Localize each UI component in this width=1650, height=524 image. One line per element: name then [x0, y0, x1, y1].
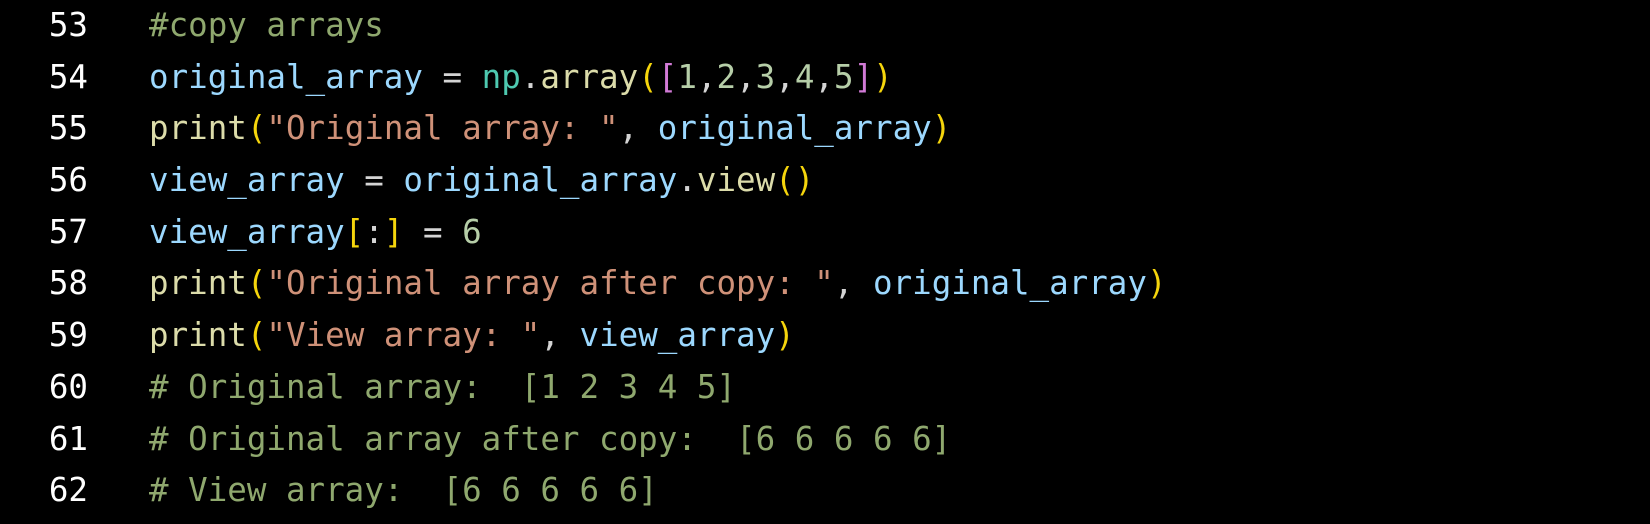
code-line[interactable]: 56 view_array = original_array. view() [0, 155, 1650, 207]
code-content[interactable]: print("Original array after copy: ", ori… [149, 258, 1167, 310]
code-token-string: "Original array after copy: " [266, 264, 834, 303]
code-token-number: 5 [833, 57, 854, 96]
code-token-bracket-purple: ] [853, 57, 874, 96]
code-token-bracket-gold: ) [873, 57, 893, 96]
code-token-bracket-gold: [ [344, 212, 365, 251]
code-token-function: print [149, 264, 247, 303]
line-number: 53 [48, 6, 88, 44]
code-token-bracket-gold: ) [1146, 264, 1167, 303]
code-token-operator: , [618, 109, 658, 148]
code-token-bracket-gold: () [775, 161, 815, 200]
code-token-variable: original_array [657, 109, 932, 148]
code-token-bracket-purple: [ [657, 57, 678, 96]
code-token-operator: , [736, 57, 756, 96]
code-token-function: print [149, 316, 247, 355]
code-line[interactable]: 57 view_array[:] = 6 [0, 207, 1650, 259]
code-content[interactable]: view_array = original_array. view() [149, 155, 814, 207]
code-line[interactable]: 54 original_array = np. array([1, 2, 3, 4, 5]… [0, 52, 1650, 104]
code-token-number: 4 [794, 57, 815, 96]
code-token-comment: # Original array after copy: [6 6 6 6 6] [149, 419, 952, 458]
code-token-operator: = [344, 161, 404, 200]
code-editor[interactable]: 53 #copy arrays 54 original_array = np. a… [0, 0, 1650, 524]
code-line[interactable]: 53 #copy arrays [0, 0, 1650, 52]
line-number: 56 [48, 161, 88, 200]
code-token-bracket-gold: ( [638, 57, 658, 96]
line-number: 54 [48, 57, 88, 96]
code-token-comment: #copy arrays [149, 6, 384, 44]
code-token-number: 2 [716, 57, 737, 96]
line-number: 57 [48, 212, 88, 251]
code-token-number: 3 [755, 57, 776, 96]
line-number: 58 [48, 264, 88, 303]
code-token-bracket-gold: ( [246, 264, 267, 303]
code-token-comment: # View array: [6 6 6 6 6] [149, 471, 658, 510]
code-token-operator: , [775, 57, 795, 96]
code-content[interactable]: #copy arrays [149, 0, 384, 52]
code-line[interactable]: 55 print("Original array: ", original_ar… [0, 103, 1650, 155]
line-number: 59 [48, 316, 88, 355]
code-token-bracket-gold: ) [931, 109, 952, 148]
code-token-function: print [149, 109, 247, 148]
code-token-operator: = [422, 57, 482, 96]
code-line[interactable]: 61 # Original array after copy: [6 6 6 6… [0, 414, 1650, 466]
code-token-variable: view_array [149, 212, 345, 251]
code-token-operator: . [677, 161, 697, 200]
code-token-operator: : [364, 212, 384, 251]
code-token-bracket-gold: ) [775, 316, 795, 355]
code-content[interactable]: print("Original array: ", original_array… [149, 103, 951, 155]
code-token-number: 1 [677, 57, 697, 96]
line-number: 61 [48, 419, 88, 458]
line-number: 62 [48, 471, 88, 510]
code-token-variable: original_array [403, 161, 678, 200]
code-content[interactable]: print("View array: ", view_array) [149, 310, 795, 362]
code-token-operator: , [540, 316, 580, 355]
code-content[interactable]: original_array = np. array([1, 2, 3, 4, 5]) [149, 52, 893, 104]
code-token-number: 6 [462, 212, 482, 251]
code-content[interactable]: view_array[:] = 6 [149, 207, 482, 259]
code-token-string: "View array: " [266, 316, 541, 355]
code-line[interactable]: 62 # View array: [6 6 6 6 6] [0, 465, 1650, 517]
code-token-bracket-gold: ( [246, 316, 267, 355]
code-line[interactable]: 59 print("View array: ", view_array) [0, 310, 1650, 362]
code-token-function: array [540, 57, 639, 96]
code-token-operator: , [696, 57, 717, 96]
code-content[interactable]: # Original array after copy: [6 6 6 6 6] [149, 414, 951, 466]
code-token-variable: view_array [149, 161, 345, 200]
code-token-bracket-gold: ] [383, 212, 404, 251]
code-token-bracket-gold: ( [246, 109, 267, 148]
code-token-operator: , [814, 57, 834, 96]
code-content[interactable]: # Original array: [1 2 3 4 5] [149, 362, 736, 414]
code-token-variable: view_array [579, 316, 776, 355]
line-number: 60 [48, 367, 88, 406]
code-content[interactable]: # View array: [6 6 6 6 6] [149, 465, 658, 517]
code-token-operator: , [833, 264, 873, 303]
code-token-string: "Original array: " [266, 109, 619, 148]
code-token-operator: = [403, 212, 463, 251]
code-line[interactable]: 58 print("Original array after copy: ", … [0, 258, 1650, 310]
line-number: 55 [48, 109, 88, 148]
code-token-module: np [481, 57, 521, 96]
code-token-function: view [696, 161, 776, 200]
code-token-comment: # Original array: [1 2 3 4 5] [149, 367, 736, 406]
code-token-variable: original_array [873, 264, 1147, 303]
code-token-variable: original_array [149, 57, 423, 96]
code-line[interactable]: 60 # Original array: [1 2 3 4 5] [0, 362, 1650, 414]
code-token-operator: . [520, 57, 541, 96]
